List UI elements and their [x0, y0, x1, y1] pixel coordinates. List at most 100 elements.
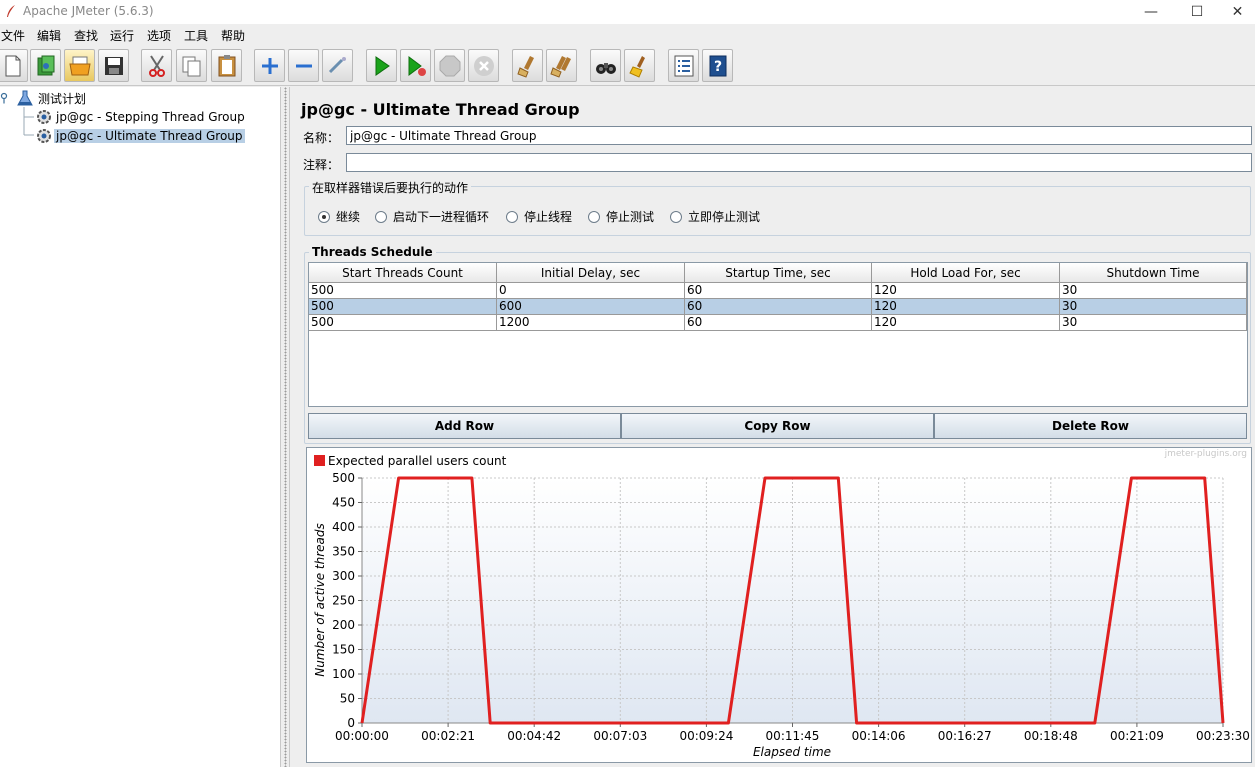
clear-icon	[516, 55, 534, 78]
column-header[interactable]: Startup Time, sec	[685, 263, 872, 283]
delete-row-button[interactable]: Delete Row	[934, 413, 1247, 439]
comment-field[interactable]	[346, 153, 1252, 172]
table-cell[interactable]: 30	[1060, 315, 1247, 331]
test-plan-tree: 测试计划 jp@gc - Stepping Thread Group jp@gc…	[0, 87, 280, 767]
menu-search[interactable]: 查找	[74, 27, 98, 44]
table-cell[interactable]: 120	[872, 283, 1060, 299]
legend-swatch	[314, 455, 325, 466]
open-button[interactable]	[64, 49, 95, 82]
shutdown-icon	[473, 55, 494, 76]
column-header[interactable]: Start Threads Count	[309, 263, 497, 283]
toggle-button[interactable]	[322, 49, 353, 82]
paste-button[interactable]	[211, 49, 242, 82]
menu-help[interactable]: 帮助	[221, 27, 245, 44]
start-no-pause-button[interactable]	[400, 49, 431, 82]
function-helper-icon	[674, 55, 693, 76]
threads-schedule-table[interactable]: Start Threads Count Initial Delay, sec S…	[308, 262, 1248, 407]
radio-icon	[375, 210, 387, 223]
menu-edit[interactable]: 编辑	[37, 27, 61, 44]
shutdown-button[interactable]	[468, 49, 499, 82]
clear-all-button[interactable]	[546, 49, 577, 82]
templates-icon	[37, 55, 54, 75]
radio-stop-thread[interactable]: 停止线程	[506, 208, 572, 225]
x-tick-label: 00:16:27	[938, 729, 992, 743]
cut-icon	[148, 54, 165, 77]
y-tick-label: 450	[332, 496, 355, 510]
table-cell[interactable]: 30	[1060, 299, 1247, 315]
stop-button[interactable]	[434, 49, 465, 82]
y-tick-label: 350	[332, 545, 355, 559]
start-icon	[375, 55, 390, 76]
radio-start-next-loop[interactable]: 启动下一进程循环	[375, 208, 489, 225]
collapse-all-button[interactable]	[288, 49, 319, 82]
table-cell[interactable]: 1200	[497, 315, 685, 331]
table-cell[interactable]: 60	[685, 283, 872, 299]
minimize-button[interactable]: —	[1128, 0, 1174, 24]
table-cell[interactable]: 600	[497, 299, 685, 315]
add-row-button[interactable]: Add Row	[308, 413, 621, 439]
column-header[interactable]: Initial Delay, sec	[497, 263, 685, 283]
table-cell[interactable]: 60	[685, 299, 872, 315]
table-cell[interactable]: 120	[872, 315, 1060, 331]
column-header[interactable]: Shutdown Time	[1060, 263, 1247, 283]
table-row[interactable]: 500 0 60 120 30	[309, 283, 1247, 299]
maximize-button[interactable]: ☐	[1174, 0, 1220, 24]
group-title: Threads Schedule	[309, 245, 436, 259]
y-tick-label: 100	[332, 667, 355, 681]
column-header[interactable]: Hold Load For, sec	[872, 263, 1060, 283]
templates-button[interactable]	[30, 49, 61, 82]
table-cell[interactable]: 30	[1060, 283, 1247, 299]
clear-button[interactable]	[512, 49, 543, 82]
save-button[interactable]	[98, 49, 129, 82]
start-no-pause-icon	[408, 55, 426, 76]
radio-continue[interactable]: 继续	[318, 208, 360, 225]
table-cell[interactable]: 120	[872, 299, 1060, 315]
x-tick-label: 00:21:09	[1110, 729, 1164, 743]
reset-search-button[interactable]	[624, 49, 655, 82]
jmeter-feather-icon	[7, 5, 15, 17]
function-helper-button[interactable]	[668, 49, 699, 82]
collapse-icon	[295, 64, 312, 67]
table-cell[interactable]: 500	[309, 283, 497, 299]
cut-button[interactable]	[141, 49, 172, 82]
y-tick-label: 400	[332, 520, 355, 534]
tree-item-stepping-thread-group[interactable]: jp@gc - Stepping Thread Group	[34, 108, 247, 126]
tree-item-label: jp@gc - Stepping Thread Group	[56, 110, 245, 124]
search-button[interactable]	[590, 49, 621, 82]
new-button[interactable]	[0, 49, 28, 82]
table-row-selected[interactable]: 500 600 60 120 30	[309, 299, 1247, 315]
menu-options[interactable]: 选项	[147, 27, 171, 44]
menu-tools[interactable]: 工具	[184, 27, 208, 44]
page-title: jp@gc - Ultimate Thread Group	[301, 100, 580, 119]
group-title: 在取样器错误后要执行的动作	[309, 179, 472, 196]
new-icon	[5, 55, 20, 76]
table-cell[interactable]: 0	[497, 283, 685, 299]
name-field[interactable]	[346, 126, 1252, 145]
window-title: Apache JMeter (5.6.3)	[23, 4, 154, 18]
expand-all-button[interactable]	[254, 49, 285, 82]
start-button[interactable]	[366, 49, 397, 82]
copy-row-button[interactable]: Copy Row	[621, 413, 934, 439]
x-tick-label: 00:18:48	[1024, 729, 1078, 743]
copy-button[interactable]	[176, 49, 207, 82]
menu-run[interactable]: 运行	[110, 27, 134, 44]
close-button[interactable]: ✕	[1220, 0, 1255, 24]
radio-icon	[506, 210, 518, 223]
tree-item-ultimate-thread-group[interactable]: jp@gc - Ultimate Thread Group	[34, 127, 245, 145]
radio-stop-test-now[interactable]: 立即停止测试	[670, 208, 760, 225]
y-tick-label: 50	[340, 692, 355, 706]
title-bar: Apache JMeter (5.6.3) — ☐ ✕	[0, 0, 1255, 24]
menu-file[interactable]: 文件	[1, 27, 25, 44]
table-cell[interactable]: 60	[685, 315, 872, 331]
radio-stop-test[interactable]: 停止测试	[588, 208, 654, 225]
maximize-icon: ☐	[1190, 4, 1204, 20]
open-icon	[68, 56, 91, 75]
table-cell[interactable]: 500	[309, 299, 497, 315]
name-label: 名称：	[303, 131, 340, 145]
comment-label: 注释：	[303, 158, 340, 172]
help-button[interactable]: ?	[702, 49, 733, 82]
radio-label: 立即停止测试	[688, 210, 761, 224]
split-pane-divider[interactable]	[280, 87, 290, 767]
table-row[interactable]: 500 1200 60 120 30	[309, 315, 1247, 331]
table-cell[interactable]: 500	[309, 315, 497, 331]
